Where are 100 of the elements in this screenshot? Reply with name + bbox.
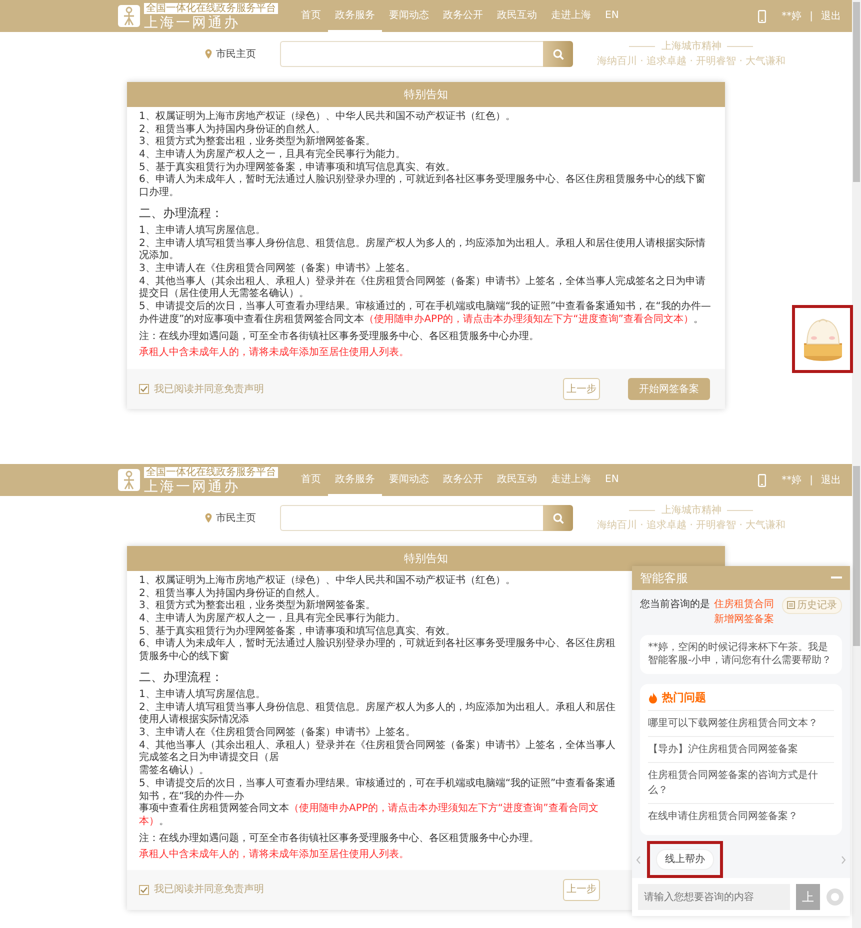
process-step-text: 2、主申请人填写租赁当事人身份信息、租赁信息。房屋产权人为多人的，均应添加为出租人。承租人和居住使用人请根据实际情况添 [139, 702, 616, 726]
city-spirit-motto: 海纳百川 · 追求卓越 · 开明睿智 · 大气谦和 [597, 518, 786, 533]
requirement-text: 5、基于真实租赁行为办理网签备案，申请事项和填写信息真实、有效。 [139, 626, 456, 638]
city-spirit-title: 上海城市精神 [661, 40, 722, 54]
nav-tab[interactable]: 政务服务 [328, 464, 382, 496]
greeting-message: **婷，空闲的时候记得来杯下午茶。我是智能客服-小申，请问您有什么需要帮助？ [640, 634, 842, 674]
question-link[interactable]: 【导办】沪住房租赁合同网签备案 [648, 737, 834, 763]
chat-title: 智能客服 [640, 570, 688, 587]
search-icon [552, 48, 564, 60]
city-spirit-motto: 海纳百川 · 追求卓越 · 开明睿智 · 大气谦和 [597, 54, 786, 69]
agreement-label: 我已阅读并同意免责声明 [154, 882, 264, 898]
requirement-text: 1、权属证明为上海市房地产权证（绿色）、中华人民共和国不动产权证书（红色）。 [139, 111, 516, 124]
nav-tab[interactable]: 政务服务 [328, 0, 382, 32]
section-heading: 二、办理流程： [139, 670, 224, 686]
search-button[interactable] [543, 41, 573, 67]
requirement-text: 1、权属证明为上海市房地产权证（绿色）、中华人民共和国不动产权证书（红色）。 [139, 575, 516, 588]
process-step-text: 1、主申请人填写房屋信息。 [139, 689, 266, 702]
question-link[interactable]: 哪里可以下载网签住房租赁合同文本？ [648, 711, 834, 737]
nav-tab[interactable]: 政民互动 [490, 464, 544, 496]
mobile-phone-icon[interactable] [758, 474, 766, 486]
agreement-checkbox[interactable] [139, 384, 149, 394]
topic-link[interactable]: 住房租赁合同新增网签备案 [714, 596, 778, 626]
platform-tagline: 全国一体化在线政务服务平台 [144, 2, 278, 14]
previous-step-button[interactable]: 上一步 [563, 878, 600, 901]
warning-text: 承租人中含未成年人的，请将未成年添加至居住使用人列表。 [139, 347, 410, 360]
process-step-text: 4、其他当事人（其余出租人、承租人）登录并在《住房租赁合同网签（备案）申请书》上签名，全体当事人完成签名之日为申请提交日（居住使用人无需签名确认）。 [139, 276, 706, 300]
process-step-text: 4、其他当事人（其余出租人、承租人）登录并在《住房租赁合同网签（备案）申请书》上签名，全体当事人完成签名之日为申请提交日（居 [139, 740, 616, 765]
process-step-text: 3、主申请人在《住房租赁合同网签（备案）申请书》上签名。 [139, 263, 416, 276]
nav-tab[interactable]: 政务公开 [436, 0, 490, 32]
requirement-text: 5、基于真实租赁行为办理网签备案，申请事项和填写信息真实、有效。 [139, 162, 456, 174]
chat-input-field[interactable]: 请输入您想要咨询的内容 [638, 884, 790, 910]
send-button[interactable]: 上 [796, 884, 820, 910]
process-step-text: 需签名确认）。 [139, 765, 210, 778]
question-link[interactable]: 住房租赁合同网签备案的咨询方式是什么？ [648, 763, 834, 804]
dialog-title: 特别告知 [127, 82, 725, 107]
scroll-left-icon[interactable] [636, 856, 641, 864]
quick-reply-chip[interactable]: 线上帮办 [656, 849, 714, 870]
search-button[interactable] [543, 505, 573, 531]
requirement-text: 3、租赁方式为整套出租，业务类型为新增网签备案。 [139, 600, 376, 612]
agreement-label: 我已阅读并同意免责声明 [154, 382, 264, 396]
nav-tab[interactable]: 政民互动 [490, 0, 544, 32]
requirement-text: 4、主申请人为房屋产权人之一，且具有完全民事行为能力。 [139, 613, 406, 626]
logo-icon[interactable] [118, 469, 140, 491]
process-step-text: 5、申请提交后的次日，当事人可查看办理结果。审核通过的，可在手机端或电脑端“我的证照”中查看备案通知书，在“我的办件—办 [139, 778, 617, 802]
site-name[interactable]: 上海一网通办 [144, 16, 278, 32]
user-name-link[interactable]: **婷 [782, 8, 802, 24]
search-field[interactable] [280, 505, 543, 531]
scroll-right-icon[interactable] [841, 856, 846, 864]
requirement-text: 3、租赁方式为整套出租，业务类型为新增网签备案。 [139, 136, 376, 148]
mobile-phone-icon[interactable] [758, 10, 766, 22]
search-icon [552, 512, 564, 524]
note-text: 注：在线办理如遇问题，可至全市各街镇社区事务受理服务中心、各区租赁服务中心办理。 [139, 832, 540, 846]
logout-link[interactable]: 退出 [821, 8, 841, 24]
process-step-text: 1、主申请人填写房屋信息。 [139, 225, 266, 238]
scrollbar[interactable] [852, 0, 861, 464]
section-heading: 二、办理流程： [139, 206, 224, 222]
list-icon [787, 601, 795, 609]
hot-questions-title: 热门问题 [662, 690, 706, 706]
requirement-text: 6、申请人为未成年人，暂时无法通过人脸识别登录办理的，可就近到各社区事务受理服务中心、各区住房租赁服务中心的线下窗口办理。 [139, 174, 706, 200]
citizen-home-link[interactable]: 市民主页 [216, 510, 256, 526]
nav-tab[interactable]: 要闻动态 [382, 0, 436, 32]
citizen-home-link[interactable]: 市民主页 [216, 46, 256, 62]
agreement-checkbox[interactable] [139, 884, 149, 895]
nav-tab[interactable]: EN [598, 0, 626, 32]
warning-text: 承租人中含未成年人的，请将未成年添加至居住使用人列表。 [139, 849, 410, 862]
nav-tab[interactable]: 政务公开 [436, 464, 490, 496]
topic-label: 您当前咨询的是 [640, 598, 710, 612]
platform-tagline: 全国一体化在线政务服务平台 [144, 466, 278, 478]
nav-tab[interactable]: 走进上海 [544, 464, 598, 496]
nav-tab[interactable]: 首页 [294, 464, 328, 496]
user-name-link[interactable]: **婷 [782, 472, 802, 488]
start-button[interactable]: 开始网签备案 [628, 378, 710, 400]
dialog-title: 特别告知 [127, 546, 725, 571]
requirement-text: 6、申请人为未成年人，暂时无法通过人脸识别登录办理的，可就近到各社区事务受理服务中心、各区住房租赁服务中心的线下窗 [139, 638, 616, 664]
previous-step-button[interactable]: 上一步 [563, 378, 600, 400]
minimize-icon[interactable] [831, 576, 842, 580]
process-step-text: 2、主申请人填写租赁当事人身份信息、租赁信息。房屋产权人为多人的，均应添加为出租人。承租人和居住使用人请根据实际情况添加。 [139, 238, 706, 262]
nav-tab[interactable]: 首页 [294, 0, 328, 32]
requirement-text: 2、租赁当事人为持国内身份证的自然人。 [139, 124, 326, 136]
note-text: 注：在线办理如遇问题，可至全市各街镇社区事务受理服务中心、各区租赁服务中心办理。 [139, 330, 540, 344]
nav-tab[interactable]: 走进上海 [544, 0, 598, 32]
history-button[interactable]: 历史记录 [782, 596, 842, 614]
flame-icon [648, 692, 658, 704]
nav-tab[interactable]: EN [598, 464, 626, 496]
separator: | [810, 10, 813, 24]
location-pin-icon [205, 49, 212, 59]
process-step-text: 事项中查看住房租赁网签合同文本（使用随申办APP的，请点击本办理须知左下方“进度查询”查看合同文本）。 [139, 803, 600, 829]
question-link[interactable]: 在线申请住房租赁合同网签备案？ [648, 804, 834, 829]
nav-tab[interactable]: 要闻动态 [382, 464, 436, 496]
city-spirit-title: 上海城市精神 [661, 504, 722, 518]
logout-link[interactable]: 退出 [821, 472, 841, 488]
requirement-text: 4、主申请人为房屋产权人之一，且具有完全民事行为能力。 [139, 149, 406, 162]
separator: | [810, 474, 813, 488]
search-field[interactable] [280, 41, 543, 67]
logo-icon[interactable] [118, 5, 140, 27]
location-pin-icon [205, 513, 212, 523]
site-name[interactable]: 上海一网通办 [144, 480, 278, 496]
process-step-text: 5、申请提交后的次日，当事人可查看办理结果。审核通过的，可在手机端或电脑端“我的证照”中查看备案通知书，在“我的办件—办件进度”的对应事项中查看住房租赁网签合同文本（使用随申办APP的，请点击本办理须知左下方“进度查询”查看合同文本）。 [139, 301, 712, 327]
requirement-text: 2、租赁当事人为持国内身份证的自然人。 [139, 588, 326, 600]
scrollbar[interactable] [852, 464, 861, 928]
